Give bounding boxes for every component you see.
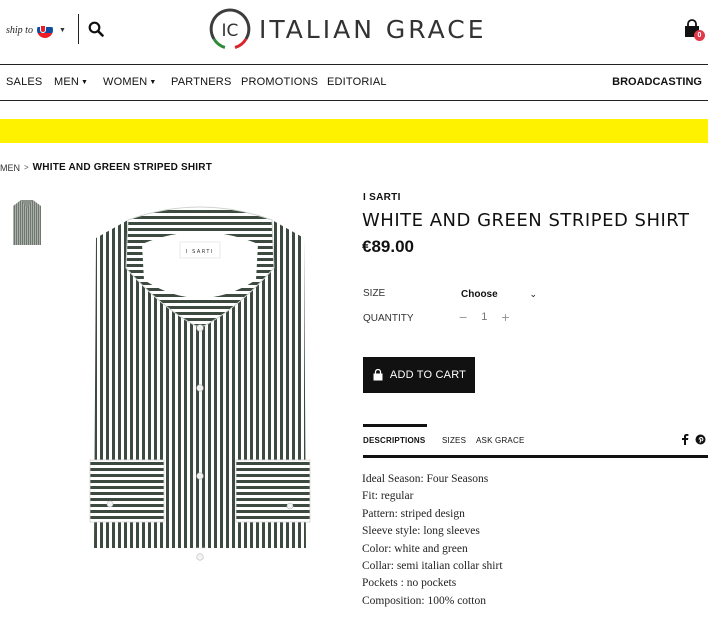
cart-count-badge: 0 xyxy=(694,30,705,41)
header-divider xyxy=(78,14,79,44)
site-logo[interactable]: IC ITALIAN GRACE xyxy=(209,8,487,50)
breadcrumb: MEN > WHITE AND GREEN STRIPED SHIRT xyxy=(0,162,212,173)
breadcrumb-current: WHITE AND GREEN STRIPED SHIRT xyxy=(32,162,212,173)
dropdown-caret-icon: ▼ xyxy=(81,79,89,86)
share-icons xyxy=(681,433,706,445)
nav-top-rule xyxy=(0,64,708,65)
site-header: ship to ▼ IC ITALIAN GRACE 0 xyxy=(0,0,724,64)
nav-item-editorial[interactable]: EDITORIAL xyxy=(327,76,387,88)
nav-bottom-rule xyxy=(0,100,708,101)
product-title: WHITE AND GREEN STRIPED SHIRT xyxy=(362,210,690,231)
active-tab-indicator xyxy=(363,424,427,427)
nav-item-partners[interactable]: PARTNERS xyxy=(171,76,231,88)
nav-item-women[interactable]: WOMEN ▼ xyxy=(103,76,157,88)
tabs-bottom-rule xyxy=(363,455,708,458)
nav-item-broadcasting[interactable]: BROADCASTING xyxy=(612,76,702,88)
description-line: Sleeve style: long sleeves xyxy=(362,525,480,538)
ship-to-label: ship to xyxy=(6,24,33,36)
quantity-stepper: − 1 + xyxy=(459,309,510,325)
product-tabs: DESCRIPTIONS SIZES ASK GRACE xyxy=(363,424,708,458)
size-select[interactable]: Choose ⌄ xyxy=(461,287,537,301)
description-line: Pattern: striped design xyxy=(362,507,465,520)
product-description: Ideal Season: Four Seasons Fit: regular … xyxy=(362,471,503,610)
svg-text:IC: IC xyxy=(222,21,239,41)
breadcrumb-link-men[interactable]: MEN xyxy=(0,163,20,173)
svg-text:I SARTI: I SARTI xyxy=(186,249,214,255)
shopping-bag-icon xyxy=(373,369,383,381)
quantity-value[interactable]: 1 xyxy=(481,311,487,323)
product-brand[interactable]: I SARTI xyxy=(363,192,401,203)
logo-badge-icon: IC xyxy=(209,8,251,50)
promo-banner[interactable] xyxy=(0,119,708,143)
nav-item-men[interactable]: MEN ▼ xyxy=(54,76,88,88)
add-to-cart-button[interactable]: ADD TO CART xyxy=(363,357,475,393)
caret-down-icon: ▼ xyxy=(58,26,66,34)
add-to-cart-label: ADD TO CART xyxy=(389,369,467,381)
description-line: Collar: semi italian collar shirt xyxy=(362,560,503,573)
breadcrumb-separator: > xyxy=(24,163,29,172)
quantity-increase-button[interactable]: + xyxy=(501,309,509,325)
tab-sizes[interactable]: SIZES xyxy=(442,436,466,445)
description-line: Ideal Season: Four Seasons xyxy=(362,473,489,485)
product-price: €89.00 xyxy=(362,237,414,256)
pinterest-icon[interactable] xyxy=(695,434,706,445)
product-thumbnail[interactable] xyxy=(10,198,44,248)
description-line: Composition: 100% cotton xyxy=(362,594,486,607)
size-label: SIZE xyxy=(363,288,386,299)
facebook-icon[interactable] xyxy=(681,433,689,445)
quantity-decrease-button[interactable]: − xyxy=(459,309,467,325)
nav-item-promotions[interactable]: PROMOTIONS xyxy=(241,76,318,88)
ship-to-selector[interactable]: ship to ▼ xyxy=(6,22,66,38)
main-nav: SALES MEN ▼ WOMEN ▼ PARTNERS PROMOTIONS ED… xyxy=(0,66,708,100)
description-line: Pockets : no pockets xyxy=(362,577,457,590)
search-icon[interactable] xyxy=(88,21,104,37)
description-line: Color: white and green xyxy=(362,542,468,555)
description-line: Fit: regular xyxy=(362,490,414,503)
logo-text: ITALIAN GRACE xyxy=(259,14,487,44)
slovakia-flag-icon xyxy=(36,22,53,38)
tab-ask-grace[interactable]: ASK GRACE xyxy=(476,436,524,445)
chevron-down-icon: ⌄ xyxy=(529,288,537,299)
tab-descriptions[interactable]: DESCRIPTIONS xyxy=(363,436,425,445)
dropdown-caret-icon: ▼ xyxy=(149,79,157,86)
product-image[interactable]: I SARTI xyxy=(88,198,312,563)
quantity-label: QUANTITY xyxy=(363,313,414,324)
size-select-value: Choose xyxy=(461,288,498,300)
nav-item-sales[interactable]: SALES xyxy=(6,76,42,88)
